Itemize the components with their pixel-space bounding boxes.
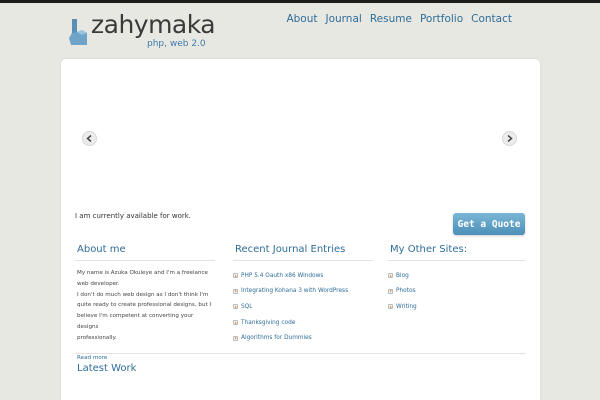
bullet-icon [388,288,393,294]
journal-entry[interactable]: Integrating Kohana 3 with WordPress [233,284,373,300]
site-header: zahymaka php, web 2.0 About Journal Resu… [0,3,600,55]
other-site-link[interactable]: Blog [388,268,526,284]
journal-entry[interactable]: SQL [233,299,373,315]
journal-entry[interactable]: Thanksgiving code [233,315,373,331]
bullet-icon [233,273,238,279]
journal-entry[interactable]: PHP 5.4 Oauth x86 Windows [233,268,373,284]
tagline: php, web 2.0 [147,39,206,49]
journal-list: PHP 5.4 Oauth x86 Windows Integrating Ko… [233,268,373,346]
other-site-label: Blog [396,272,409,279]
other-site-link[interactable]: Photos [388,284,526,300]
journal-entry[interactable]: Algorithms for Dummies [233,330,373,346]
journal-entry-label: PHP 5.4 Oauth x86 Windows [241,272,324,279]
bullet-icon [233,288,238,294]
nav-journal[interactable]: Journal [326,13,362,25]
content-panel: I am currently available for work. Get a… [61,59,540,400]
other-sites-list: Blog Photos Writing [388,268,526,315]
logo-text[interactable]: zahymaka [91,10,216,39]
nav-portfolio[interactable]: Portfolio [420,13,463,25]
about-line: I don't do much web design as I don't th… [77,291,209,298]
journal-section: Recent Journal Entries PHP 5.4 Oauth x86… [233,244,373,346]
bullet-icon [388,273,393,279]
other-site-link[interactable]: Writing [388,299,526,315]
about-section: About me My name is Azuka Okuleye and I'… [75,244,215,363]
bullet-icon [233,320,238,326]
bullet-icon [388,304,393,310]
nav-about[interactable]: About [286,13,317,25]
bullet-icon [233,304,238,310]
nav-contact[interactable]: Contact [471,13,512,25]
about-line: My name is Azuka Okuleye and I'm a freel… [77,270,208,276]
bullet-icon [233,335,238,341]
availability-text: I am currently available for work. [75,212,192,220]
section-divider [75,353,526,354]
slider-next-button[interactable] [502,131,517,146]
journal-heading: Recent Journal Entries [233,244,373,261]
latest-work-heading: Latest Work [77,363,137,374]
other-site-label: Writing [396,303,417,310]
read-more-link[interactable]: Read more [75,355,107,361]
about-line: web developer. [77,280,120,287]
logo-icon[interactable] [68,18,88,46]
other-sites-section: My Other Sites: Blog Photos Writing [388,244,526,315]
other-sites-heading: My Other Sites: [388,244,526,261]
about-heading: About me [75,244,215,261]
other-site-label: Photos [396,288,416,295]
about-line: professionally. [77,334,117,341]
chevron-left-icon [86,135,92,142]
about-text: My name is Azuka Okuleye and I'm a freel… [75,268,215,344]
journal-entry-label: SQL [241,303,253,310]
journal-entry-label: Integrating Kohana 3 with WordPress [241,288,349,295]
nav-resume[interactable]: Resume [370,13,412,25]
get-a-quote-button[interactable]: Get a Quote [453,213,525,235]
chevron-right-icon [507,135,513,142]
main-nav: About Journal Resume Portfolio Contact [286,13,512,25]
about-line: quite ready to create professional desig… [77,302,212,309]
about-line: believe I'm competent at converting your… [77,313,194,330]
journal-entry-label: Thanksgiving code [241,319,296,326]
slider-prev-button[interactable] [82,131,97,146]
journal-entry-label: Algorithms for Dummies [241,335,312,342]
